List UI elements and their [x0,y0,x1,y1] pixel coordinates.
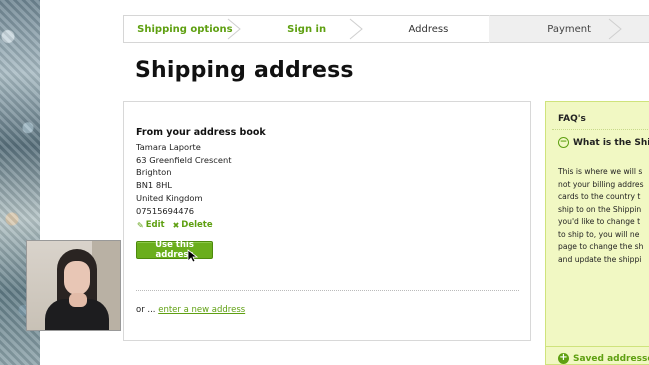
faq-answer-line: This is where we will s [558,167,643,176]
address-line: Tamara Laporte [136,142,201,152]
pencil-icon: ✎ [137,220,144,230]
divider [552,129,649,130]
webcam-person-hand [69,293,87,307]
faq-answer-line: you'd like to change t [558,217,641,226]
faq-footer: + Saved addresses [546,346,649,365]
chevron-right-icon [227,18,241,40]
cross-icon: ✖ [172,220,180,230]
address-line: BN1 8HL [136,180,172,191]
page-title: Shipping address [135,58,354,83]
address-actions: ✎ Edit ✖ Delete [137,220,213,230]
plus-circle-icon: + [558,352,569,364]
chevron-right-icon [608,18,622,40]
faq-answer: This is where we will s not your billing… [558,166,649,266]
faq-title: FAQ's [558,114,586,124]
or-text: or ... [136,305,156,315]
step-address: Address [368,15,504,43]
new-address-prompt: or ... enter a new address [136,305,245,315]
mouse-pointer-icon [187,249,199,263]
step-label: Shipping options [137,23,233,35]
faq-answer-line: and update the shippi [558,254,642,264]
step-label: Address [408,23,449,35]
step-sign-in[interactable]: Sign in [246,16,368,42]
step-shipping-options[interactable]: Shipping options [124,16,246,42]
edit-label: Edit [145,220,165,230]
divider [136,290,519,291]
delete-label: Delete [181,220,213,230]
address-line: Brighton [136,167,172,178]
step-payment: Payment [489,16,649,42]
faq-answer-line: ship to on the Shippin [558,204,642,214]
edit-link[interactable]: ✎ Edit [137,220,165,230]
faq-answer-line: not your billing addres [558,179,644,189]
webcam-person-face [64,261,90,295]
enter-new-address-link[interactable]: enter a new address [158,305,245,315]
step-label: Payment [547,23,592,35]
faq-panel: FAQ's − What is the Ship This is where w… [545,101,649,365]
use-this-address-button[interactable]: Use this address [136,240,213,260]
saved-addresses-toggle[interactable]: + Saved addresses [558,353,649,364]
address-line: 63 Greenfield Crescent [136,154,232,165]
step-label: Sign in [287,23,327,35]
minus-circle-icon: − [558,137,569,148]
faq-question-label: What is the Ship [573,137,649,148]
saved-address: Tamara Laporte 63 Greenfield Crescent Br… [136,141,232,217]
faq-answer-line: to ship to, you will ne [558,229,640,239]
faq-question-toggle[interactable]: − What is the Ship [558,137,649,148]
saved-addresses-label: Saved addresses [573,353,649,364]
faq-answer-line: page to change the sh [558,242,644,251]
address-line: United Kingdom [136,192,203,203]
address-line: 07515694476 [136,205,195,216]
checkout-progress: Shipping options Sign in Address Payment [123,15,649,43]
address-book-heading: From your address book [136,127,266,138]
faq-answer-line: cards to the country t [558,192,641,201]
chevron-right-icon [349,18,363,40]
webcam-overlay [26,240,121,331]
delete-link[interactable]: ✖ Delete [173,220,213,230]
address-book-panel: From your address book Tamara Laporte 63… [123,101,531,341]
